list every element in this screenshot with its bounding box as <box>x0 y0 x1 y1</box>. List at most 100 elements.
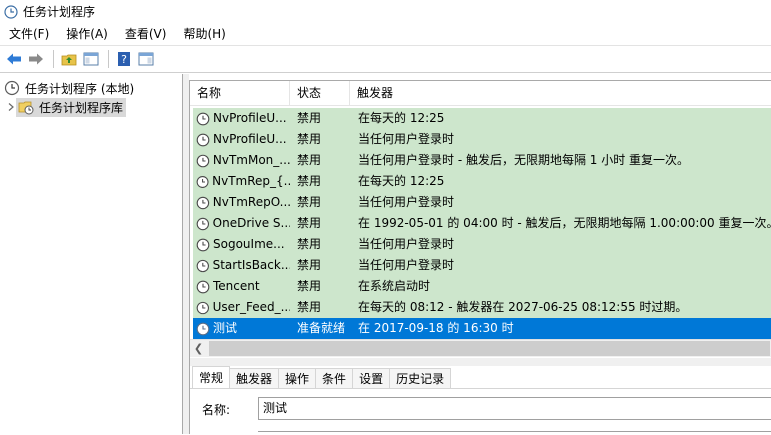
task-clock-icon <box>196 154 210 167</box>
task-clock-icon <box>196 322 210 335</box>
help-button[interactable]: ? <box>114 49 134 69</box>
task-status: 禁用 <box>297 111 322 125</box>
table-row[interactable]: StartIsBack... 禁用 当任何用户登录时 <box>193 255 771 276</box>
back-button[interactable] <box>4 49 24 69</box>
title-bar: 任务计划程序 <box>0 0 771 23</box>
folder-up-icon <box>61 54 77 66</box>
task-trigger: 当任何用户登录时 <box>358 258 455 272</box>
task-name-cell: StartIsBack... <box>193 255 290 276</box>
task-status: 禁用 <box>297 174 322 188</box>
task-trigger: 在 2017-09-18 的 16:30 时 <box>358 321 514 335</box>
task-name: User_Feed_... <box>212 300 290 314</box>
task-status: 禁用 <box>297 237 322 251</box>
task-rows: NvProfileU... 禁用 在每天的 12:25 NvProfileU... 禁用… <box>193 108 771 339</box>
task-clock-icon <box>196 217 210 230</box>
tab-history[interactable]: 历史记录 <box>389 368 452 388</box>
tab-conditions[interactable]: 条件 <box>315 368 354 388</box>
up-folder-button[interactable] <box>59 49 79 69</box>
task-clock-icon <box>196 280 210 293</box>
task-status: 禁用 <box>297 279 322 293</box>
task-clock-icon <box>196 301 210 314</box>
window-title: 任务计划程序 <box>23 5 96 19</box>
task-name: SogouIme... <box>213 237 285 251</box>
toolbar-separator <box>108 50 109 68</box>
toolbar: ? <box>0 45 771 73</box>
scroll-thumb[interactable] <box>209 341 770 356</box>
clock-icon <box>4 80 20 96</box>
task-trigger: 在每天的 08:12 - 触发器在 2027-06-25 08:12:55 时过… <box>358 300 688 314</box>
arrow-right-icon <box>29 53 43 65</box>
task-trigger: 当任何用户登录时 <box>358 237 455 251</box>
tree-library-label: 任务计划程序库 <box>39 100 124 115</box>
task-name: NvTmMon_... <box>212 153 290 167</box>
forward-button[interactable] <box>26 49 46 69</box>
table-row[interactable]: NvTmMon_... 禁用 当任何用户登录时 - 触发后，无限期地每隔 1 小时 … <box>193 150 771 171</box>
detail-splitter[interactable] <box>190 358 771 366</box>
task-status: 禁用 <box>297 132 322 146</box>
folder-clock-icon <box>18 101 34 115</box>
task-status: 禁用 <box>297 300 322 314</box>
task-clock-icon <box>196 133 210 146</box>
tab-general[interactable]: 常规 <box>192 366 231 388</box>
task-trigger: 在每天的 12:25 <box>358 174 445 188</box>
column-status[interactable]: 状态 <box>290 81 350 106</box>
tab-settings[interactable]: 设置 <box>352 368 391 388</box>
table-row[interactable]: NvTmRep_{... 禁用 在每天的 12:25 <box>193 171 771 192</box>
task-name: NvProfileU... <box>213 132 287 146</box>
horizontal-scrollbar[interactable]: ❮ <box>190 339 771 357</box>
tab-triggers[interactable]: 触发器 <box>229 368 280 388</box>
task-name: OneDrive S... <box>212 216 290 230</box>
scroll-left-icon[interactable]: ❮ <box>190 340 207 357</box>
task-name: NvProfileU... <box>213 111 287 125</box>
console-tree-icon <box>83 52 99 66</box>
show-hide-action-pane-button[interactable] <box>136 49 156 69</box>
table-row[interactable]: NvProfileU... 禁用 当任何用户登录时 <box>193 129 771 150</box>
task-name-cell: NvProfileU... <box>193 129 290 150</box>
task-trigger: 当任何用户登录时 - 触发后，无限期地每隔 1 小时 重复一次。 <box>358 153 690 167</box>
task-name: NvTmRepO... <box>212 195 290 209</box>
column-trigger[interactable]: 触发器 <box>350 81 771 106</box>
name-label: 名称: <box>202 403 231 417</box>
svg-text:?: ? <box>121 53 127 66</box>
name-field[interactable]: 测试 <box>258 397 771 420</box>
next-field-edge <box>258 431 771 435</box>
task-name: NvTmRep_{... <box>212 174 290 188</box>
task-clock-icon <box>196 112 210 125</box>
menu-view[interactable]: 查看(V) <box>116 23 175 45</box>
menu-bar: 文件(F) 操作(A) 查看(V) 帮助(H) <box>0 23 771 45</box>
task-trigger: 当任何用户登录时 <box>358 195 455 209</box>
table-row[interactable]: Tencent 禁用 在系统启动时 <box>193 276 771 297</box>
tree-root-node[interactable]: 任务计划程序 (本地) <box>4 79 134 97</box>
task-list-pane: 名称 状态 触发器 NvProfileU... 禁用 在每天的 12:25 NvPro… <box>189 80 771 435</box>
tree-library-node[interactable]: 任务计划程序库 <box>6 97 127 117</box>
clock-icon <box>4 4 18 19</box>
table-row[interactable]: NvTmRepO... 禁用 当任何用户登录时 <box>193 192 771 213</box>
task-name-cell: Tencent <box>193 276 290 297</box>
menu-file[interactable]: 文件(F) <box>0 23 57 45</box>
general-tab-body: 名称: 测试 <box>190 389 771 435</box>
table-row[interactable]: 测试 准备就绪在 2017-09-18 的 16:30 时 <box>193 318 771 339</box>
task-name: StartIsBack... <box>212 258 290 272</box>
task-name-cell: NvTmMon_... <box>193 150 290 171</box>
menu-action[interactable]: 操作(A) <box>57 23 116 45</box>
table-row[interactable]: OneDrive S... 禁用 在 1992-05-01 的 04:00 时 - … <box>193 213 771 234</box>
detail-tabs: 常规 触发器 操作 条件 设置 历史记录 <box>190 366 771 389</box>
action-pane-icon <box>138 52 154 66</box>
list-header: 名称 状态 触发器 <box>190 81 771 106</box>
tab-actions[interactable]: 操作 <box>278 368 317 388</box>
chevron-right-icon[interactable] <box>6 102 16 112</box>
task-name-cell: 测试 <box>193 318 290 339</box>
task-trigger: 在系统启动时 <box>358 279 431 293</box>
task-name: Tencent <box>213 279 260 293</box>
table-row[interactable]: SogouIme... 禁用 当任何用户登录时 <box>193 234 771 255</box>
task-status: 禁用 <box>297 216 322 230</box>
table-row[interactable]: User_Feed_... 禁用 在每天的 08:12 - 触发器在 2027-06… <box>193 297 771 318</box>
table-row[interactable]: NvProfileU... 禁用 在每天的 12:25 <box>193 108 771 129</box>
task-name: 测试 <box>213 321 238 335</box>
tree-library-selection: 任务计划程序库 <box>16 97 127 117</box>
column-name[interactable]: 名称 <box>190 81 290 106</box>
menu-help[interactable]: 帮助(H) <box>174 23 233 45</box>
show-hide-tree-button[interactable] <box>81 49 101 69</box>
task-status: 准备就绪 <box>297 321 346 335</box>
task-clock-icon <box>196 196 210 209</box>
